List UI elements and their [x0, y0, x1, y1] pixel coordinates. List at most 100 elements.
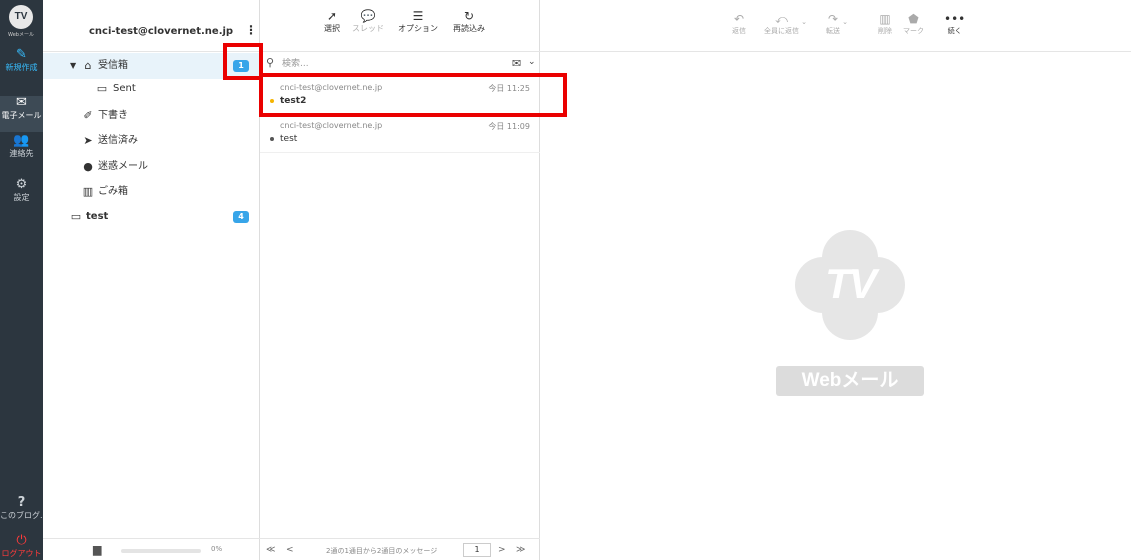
pencil-icon: ✐: [83, 109, 93, 122]
more-button[interactable]: ••• 続く: [944, 12, 965, 36]
folder-test[interactable]: ▭ test 4: [43, 204, 260, 230]
watermark-tv: TV: [825, 260, 877, 307]
pagination-info: 2通の1通目から2通目のメッセージ: [326, 547, 438, 555]
database-icon: ▆: [93, 543, 102, 556]
highlight-message-row: [259, 73, 567, 117]
trash-icon: ▥: [879, 12, 891, 26]
envelope-icon: ✉: [16, 95, 27, 110]
help-icon: ?: [17, 495, 26, 510]
folder-panel: cnci-test@clovernet.ne.jp ⋮ ▼ ⌂ 受信箱 1 ▭ …: [43, 0, 260, 560]
first-page-button[interactable]: ≪: [266, 545, 275, 555]
chevron-down-icon[interactable]: ⌄: [528, 57, 536, 67]
folder-sent[interactable]: ➤ 送信済み: [43, 128, 260, 154]
tv-webmail-watermark: TV Webメール: [775, 230, 925, 405]
message-toolbar: ↶ 返信 ⤺ 全員に返信 ⌄ ↷ 転送 ⌄ ▥ 削除 ⬟ マーク ••• 続く: [540, 0, 1131, 52]
tag-icon: ⬟: [908, 12, 919, 26]
message-date: 今日 11:09: [488, 122, 530, 131]
folder-name: 下書き: [98, 110, 128, 121]
folder-drafts[interactable]: ✐ 下書き: [43, 103, 260, 129]
watermark-label: Webメール: [776, 366, 924, 396]
more-label: 続く: [947, 27, 962, 35]
last-page-button[interactable]: ≫: [516, 545, 525, 555]
folder-icon: ▭: [96, 82, 108, 95]
forward-label: 転送: [826, 27, 840, 35]
folder-icon: ▭: [70, 210, 82, 223]
page-number-input[interactable]: 1: [463, 543, 491, 557]
reply-all-button[interactable]: ⤺ 全員に返信 ⌄: [764, 12, 807, 36]
folder-name: 送信済み: [98, 135, 138, 146]
logo-caption: Webメール: [8, 32, 34, 38]
compose-button[interactable]: ✎ 新規作成: [0, 48, 43, 84]
gear-icon: ⚙: [15, 177, 28, 192]
message-row[interactable]: cnci-test@clovernet.ne.jp 今日 11:09 test: [260, 115, 540, 153]
options-label: オプション: [398, 24, 438, 33]
paper-plane-icon: ➤: [83, 134, 93, 147]
refresh-label: 再読込み: [453, 24, 485, 33]
trash-icon: ▥: [82, 185, 94, 198]
clover-logo-icon: TV: [795, 230, 905, 340]
nav-settings[interactable]: ⚙ 設定: [0, 178, 43, 214]
help-button[interactable]: ? このブログ...: [0, 496, 43, 532]
logout-button[interactable]: ⏻ ログアウト: [0, 534, 43, 560]
fire-icon: ●: [83, 160, 93, 173]
sliders-icon: ☰: [412, 9, 424, 23]
folder-name: ごみ箱: [98, 186, 128, 197]
prev-page-button[interactable]: <: [286, 545, 294, 555]
nav-mail-label: 電子メール: [1, 111, 42, 120]
preview-panel: ↶ 返信 ⤺ 全員に返信 ⌄ ↷ 転送 ⌄ ▥ 削除 ⬟ マーク ••• 続く …: [540, 0, 1131, 560]
message-from: cnci-test@clovernet.ne.jp: [280, 121, 383, 130]
folder-name: Sent: [113, 83, 136, 94]
pagination-footer: ≪ < 2通の1通目から2通目のメッセージ 1 > ≫: [260, 538, 540, 560]
nav-contacts[interactable]: 👥 連絡先: [0, 134, 43, 170]
reply-all-label: 全員に返信: [764, 27, 799, 35]
power-icon: ⏻: [16, 533, 27, 548]
quota-footer: ▆ 0%: [43, 538, 260, 560]
reply-button[interactable]: ↶ 返信: [732, 12, 746, 36]
kebab-menu-icon[interactable]: ⋮: [245, 22, 257, 38]
envelope-filter-icon[interactable]: ✉: [512, 57, 521, 70]
cursor-icon: ➚: [326, 9, 338, 23]
contacts-icon: 👥: [13, 133, 30, 148]
chevron-down-icon[interactable]: ⌄: [842, 18, 848, 26]
thread-button[interactable]: 💬 スレッド: [352, 8, 384, 34]
select-button[interactable]: ➚ 選択: [324, 8, 340, 34]
quota-text: 0%: [211, 545, 223, 553]
delete-label: 削除: [878, 27, 892, 35]
compose-label: 新規作成: [5, 63, 38, 72]
reply-all-icon: ⤺: [775, 12, 788, 26]
thread-label: スレッド: [352, 24, 384, 33]
refresh-icon: ↻: [463, 9, 475, 23]
nav-mail[interactable]: ✉ 電子メール: [0, 96, 43, 132]
forward-button[interactable]: ↷ 転送 ⌄: [826, 12, 848, 36]
reply-icon: ↶: [733, 12, 745, 26]
folder-junk[interactable]: ● 迷惑メール: [43, 154, 260, 180]
chevron-down-icon[interactable]: ⌄: [801, 18, 807, 26]
read-dot-icon: [270, 137, 274, 141]
highlight-inbox-badge: [223, 43, 263, 80]
select-label: 選択: [324, 24, 340, 33]
refresh-button[interactable]: ↻ 再読込み: [453, 8, 485, 34]
help-label: このブログ...: [0, 511, 43, 520]
more-icon: •••: [944, 12, 966, 26]
account-email: cnci-test@clovernet.ne.jp: [89, 26, 234, 37]
forward-icon: ↷: [827, 12, 839, 26]
nav-rail: TV Webメール ✎ 新規作成 ✉ 電子メール 👥 連絡先 ⚙ 設定 ? この…: [0, 0, 43, 560]
message-subject: test: [280, 134, 298, 144]
reply-label: 返信: [732, 27, 746, 35]
mark-button[interactable]: ⬟ マーク: [903, 12, 924, 36]
search-icon[interactable]: ⚲: [266, 56, 274, 69]
tv-logo-icon: TV: [9, 5, 33, 29]
nav-settings-label: 設定: [13, 193, 30, 202]
compose-icon: ✎: [16, 47, 27, 62]
list-toolbar: ➚ 選択 💬 スレッド ☰ オプション ↻ 再読込み: [260, 0, 540, 52]
quota-bar: [121, 549, 201, 553]
folder-trash[interactable]: ▥ ごみ箱: [43, 179, 260, 205]
delete-button[interactable]: ▥ 削除: [878, 12, 892, 36]
mark-label: マーク: [903, 27, 924, 35]
webmail-app: TV Webメール ✎ 新規作成 ✉ 電子メール 👥 連絡先 ⚙ 設定 ? この…: [0, 0, 1131, 560]
next-page-button[interactable]: >: [498, 545, 506, 555]
logout-label: ログアウト: [1, 549, 42, 558]
search-input[interactable]: [282, 57, 482, 71]
options-button[interactable]: ☰ オプション: [398, 8, 438, 34]
app-logo[interactable]: TV Webメール: [7, 5, 35, 45]
